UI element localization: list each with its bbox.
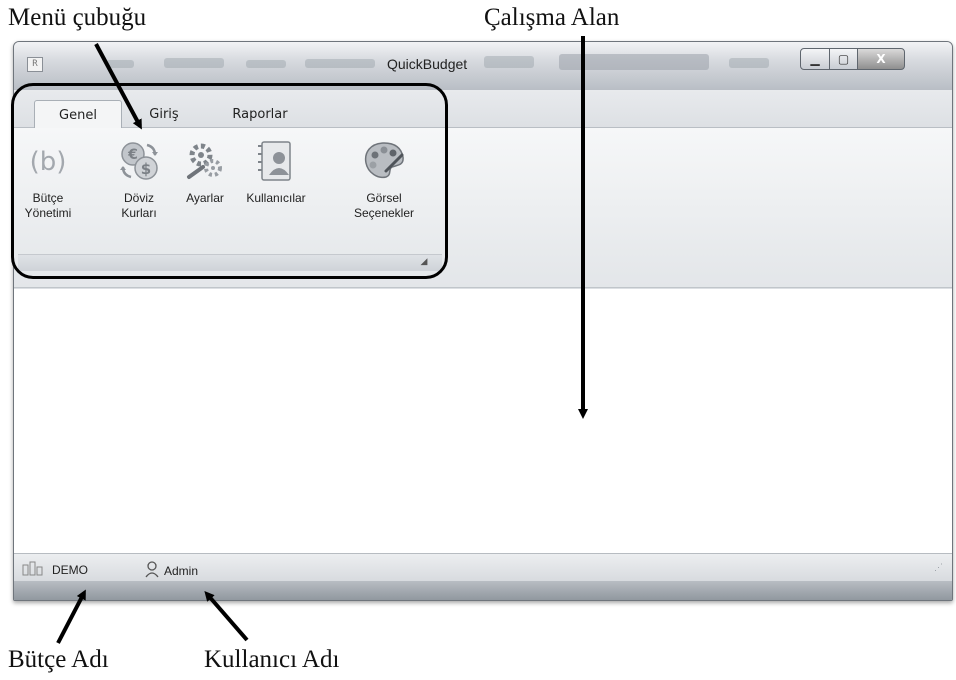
window-title: QuickBudget: [387, 56, 468, 72]
user-name-annotation: Kullanıcı Adı: [204, 646, 340, 673]
resize-grip-icon[interactable]: ⋰: [934, 562, 946, 574]
minimize-button[interactable]: ▁: [800, 48, 830, 70]
status-budget[interactable]: DEMO: [22, 560, 88, 579]
close-button[interactable]: X: [857, 48, 905, 70]
window-bottom-frame: [14, 581, 952, 600]
budget-name-annotation: Bütçe Adı: [8, 646, 109, 673]
maximize-button[interactable]: ▢: [829, 48, 858, 70]
maximize-icon: ▢: [837, 52, 850, 66]
user-name: Admin: [164, 563, 199, 578]
work-area-annotation: Çalışma Alan: [484, 4, 620, 31]
minimize-icon: ▁: [810, 52, 820, 66]
status-bar: DEMO Admin ⋰: [14, 553, 952, 581]
user-icon: [144, 560, 160, 581]
menu-bar-annotation: Menü çubuğu: [8, 4, 147, 31]
menu-bar-outline: [11, 83, 448, 279]
app-icon[interactable]: R: [27, 57, 43, 72]
work-area[interactable]: [14, 289, 952, 553]
close-icon: X: [876, 52, 886, 66]
budget-chart-icon: [22, 560, 48, 579]
budget-name: DEMO: [52, 562, 88, 577]
status-user[interactable]: Admin: [144, 560, 198, 581]
